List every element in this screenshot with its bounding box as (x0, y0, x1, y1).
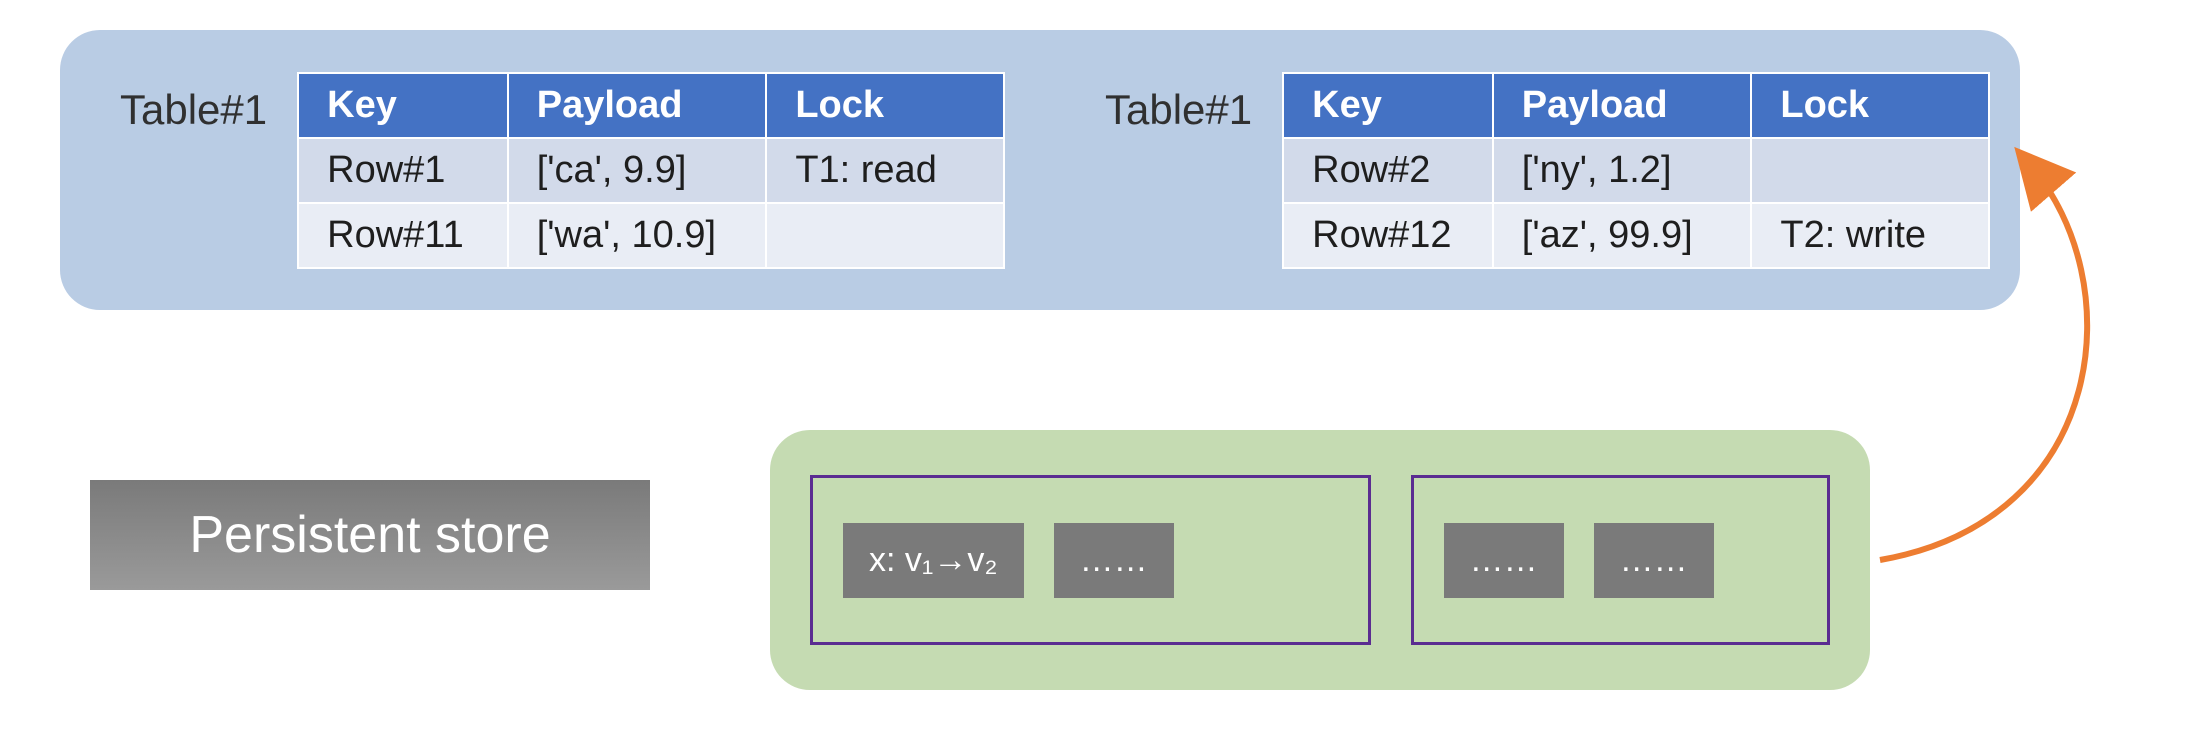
log-entry: …… (1054, 523, 1174, 598)
col-key-header: Key (1283, 73, 1493, 138)
cell-payload: ['ca', 9.9] (508, 138, 767, 203)
log-entry: …… (1594, 523, 1714, 598)
col-lock-header: Lock (766, 73, 1004, 138)
log-panel: x: v₁→v₂ …… …… …… (770, 430, 1870, 690)
cell-lock (766, 203, 1004, 268)
cell-key: Row#11 (298, 203, 508, 268)
table-header-row: Key Payload Lock (298, 73, 1004, 138)
table-right-label: Table#1 (1105, 86, 1252, 134)
cell-key: Row#12 (1283, 203, 1493, 268)
table-header-row: Key Payload Lock (1283, 73, 1989, 138)
table-row: Row#2 ['ny', 1.2] (1283, 138, 1989, 203)
cell-key: Row#1 (298, 138, 508, 203)
cell-lock: T2: write (1751, 203, 1989, 268)
cell-lock (1751, 138, 1989, 203)
table-row: Row#1 ['ca', 9.9] T1: read (298, 138, 1004, 203)
log-group-2: …… …… (1411, 475, 1830, 645)
cell-lock: T1: read (766, 138, 1004, 203)
col-key-header: Key (298, 73, 508, 138)
log-entry: x: v₁→v₂ (843, 523, 1024, 598)
table-left-label: Table#1 (120, 86, 267, 134)
col-payload-header: Payload (508, 73, 767, 138)
cell-payload: ['wa', 10.9] (508, 203, 767, 268)
persistent-store-label: Persistent store (90, 480, 650, 590)
table-right: Key Payload Lock Row#2 ['ny', 1.2] Row#1… (1282, 72, 1990, 269)
table-row: Row#12 ['az', 99.9] T2: write (1283, 203, 1989, 268)
cell-payload: ['ny', 1.2] (1493, 138, 1752, 203)
cell-key: Row#2 (1283, 138, 1493, 203)
col-lock-header: Lock (1751, 73, 1989, 138)
cell-payload: ['az', 99.9] (1493, 203, 1752, 268)
col-payload-header: Payload (1493, 73, 1752, 138)
table-left: Key Payload Lock Row#1 ['ca', 9.9] T1: r… (297, 72, 1005, 269)
log-entry: …… (1444, 523, 1564, 598)
tables-panel: Table#1 Key Payload Lock Row#1 ['ca', 9.… (60, 30, 2020, 310)
log-group-1: x: v₁→v₂ …… (810, 475, 1371, 645)
table-row: Row#11 ['wa', 10.9] (298, 203, 1004, 268)
